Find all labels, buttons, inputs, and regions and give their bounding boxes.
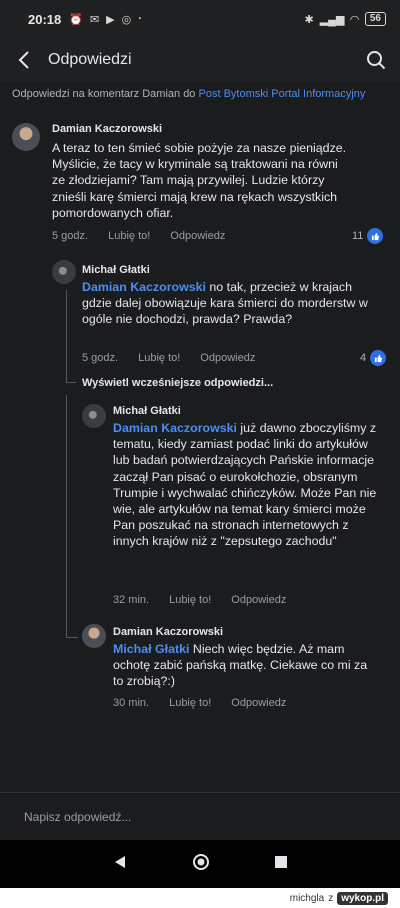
thread-line [66, 290, 67, 382]
comment-meta: 5 godz. Lubię to! Odpowiedz [82, 352, 275, 364]
battery-icon: 56 [364, 12, 386, 26]
system-nav-bar [0, 840, 400, 888]
avatar[interactable] [82, 624, 106, 648]
like-button[interactable]: Lubię to! [169, 594, 211, 606]
avatar[interactable] [82, 404, 106, 428]
page-title: Odpowiedzi [48, 51, 132, 68]
like-button[interactable]: Lubię to! [138, 352, 180, 364]
comment-time: 5 godz. [52, 230, 89, 242]
comment-body: A teraz to ten śmieć sobie pożyje za nas… [52, 141, 347, 220]
watermark-user: michgla [289, 892, 325, 904]
like-icon [367, 228, 384, 244]
avatar[interactable] [52, 260, 76, 284]
notification-icons: ⏰ ✉ ▶ ◎ · [69, 13, 142, 26]
like-button[interactable]: Lubię to! [108, 230, 150, 242]
message-icon: ✉ [89, 13, 100, 26]
comment-time: 30 min. [113, 697, 150, 709]
comment-meta: 5 godz. Lubię to! Odpowiedz [52, 230, 245, 242]
comment-text: Damian Kaczorowski już dawno zboczyliśmy… [113, 420, 385, 550]
back-arrow-icon[interactable] [0, 50, 48, 70]
like-count[interactable]: 11 [352, 228, 384, 244]
comment-meta: 30 min. Lubię to! Odpowiedz [113, 697, 306, 709]
like-icon [370, 350, 387, 366]
comment-text: Michał Głatki Niech więc będzie. Aż mam … [113, 641, 368, 690]
thread-line [66, 395, 67, 637]
search-icon[interactable] [352, 50, 400, 70]
comment-text: A teraz to ten śmieć sobie pożyje za nas… [52, 140, 352, 221]
mention-link[interactable]: Damian Kaczorowski [113, 421, 237, 435]
context-prefix: Odpowiedzi na komentarz Damian do [12, 88, 196, 100]
comment-time: 5 godz. [82, 352, 119, 364]
play-icon: ▶ [106, 13, 115, 26]
comment-time: 32 min. [113, 594, 150, 606]
watermark: michgla z wykop.pl [0, 888, 400, 908]
comment-author[interactable]: Damian Kaczorowski [113, 626, 223, 638]
signal-icon: ▂▄▆ [319, 13, 345, 26]
wifi-icon: ◠ [350, 13, 359, 26]
nav-recents-icon[interactable] [275, 855, 288, 873]
comment-text: Damian Kaczorowski no tak, przecież w kr… [82, 279, 372, 328]
comment-author[interactable]: Damian Kaczorowski [52, 123, 162, 135]
comment-body: już dawno zboczyliśmy z tematu, kiedy za… [113, 421, 377, 549]
reply-composer[interactable]: Napisz odpowiedź... [0, 792, 400, 840]
view-earlier-replies[interactable]: Wyświetl wcześniejsze odpowiedzi... [82, 377, 273, 389]
avatar[interactable] [12, 123, 40, 151]
reply-button[interactable]: Odpowiedz [170, 230, 225, 242]
reply-button[interactable]: Odpowiedz [231, 594, 286, 606]
like-button[interactable]: Lubię to! [169, 697, 211, 709]
post-link[interactable]: Post Bytomski Portal Informacyjny [199, 88, 366, 100]
reply-input[interactable]: Napisz odpowiedź... [24, 810, 131, 824]
system-icons: ✱ ▂▄▆ ◠ 56 [304, 12, 386, 26]
clock: 20:18 [28, 11, 62, 27]
nav-back-icon[interactable] [113, 855, 127, 874]
like-count[interactable]: 4 [360, 350, 387, 366]
comment-meta: 32 min. Lubię to! Odpowiedz [113, 594, 306, 606]
like-count-value: 11 [352, 230, 364, 242]
more-icon: · [138, 13, 142, 25]
reply-button[interactable]: Odpowiedz [200, 352, 255, 364]
bluetooth-icon: ✱ [304, 13, 314, 26]
status-bar: 20:18 ⏰ ✉ ▶ ◎ · ✱ ▂▄▆ ◠ 56 [0, 0, 400, 38]
comment-author[interactable]: Michał Głatki [113, 405, 181, 417]
wykop-logo: wykop.pl [337, 891, 388, 905]
reply-context: Odpowiedzi na komentarz Damian do Post B… [12, 88, 392, 100]
comment-author[interactable]: Michał Głatki [82, 264, 150, 276]
nav-home-icon[interactable] [192, 853, 210, 876]
alarm-icon: ⏰ [69, 13, 83, 26]
mention-link[interactable]: Damian Kaczorowski [82, 280, 206, 294]
like-count-value: 4 [360, 352, 367, 364]
thread-line [66, 382, 76, 383]
instagram-icon: ◎ [121, 13, 132, 26]
thread-line [66, 637, 78, 638]
mention-link[interactable]: Michał Głatki [113, 642, 189, 656]
reply-button[interactable]: Odpowiedz [231, 697, 286, 709]
app-bar: Odpowiedzi [0, 38, 400, 82]
watermark-sep: z [328, 892, 334, 904]
